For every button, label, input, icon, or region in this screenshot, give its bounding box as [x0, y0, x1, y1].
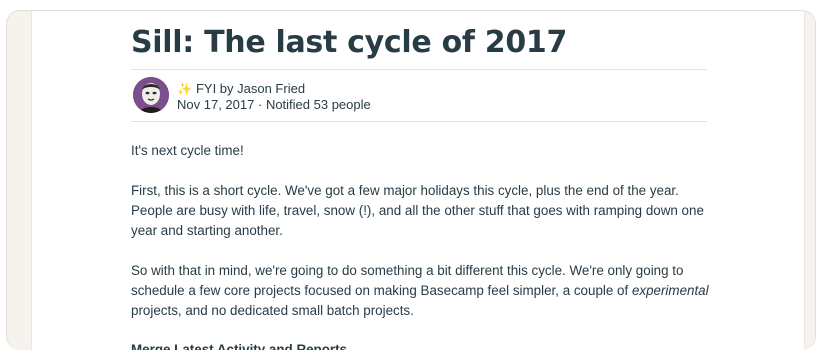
- page-title: Sill: The last cycle of 2017: [131, 25, 568, 60]
- byline-row: ✨ FYI by Jason Fried: [177, 81, 371, 97]
- meta-row: Nov 17, 2017 · Notified 53 people: [177, 97, 371, 113]
- meta-divider: [131, 121, 707, 122]
- emphasis-text: experimental: [631, 283, 709, 298]
- title-divider: [131, 69, 707, 70]
- notified-count[interactable]: Notified 53 people: [266, 97, 371, 112]
- byline[interactable]: FYI by Jason Fried: [196, 81, 305, 96]
- meta-separator: ·: [257, 97, 263, 112]
- body-paragraph: First, this is a short cycle. We've got …: [131, 183, 704, 238]
- post-meta: ✨ FYI by Jason Fried Nov 17, 2017 · Notif…: [177, 81, 371, 113]
- sparkle-icon: ✨: [177, 82, 192, 96]
- post-date: Nov 17, 2017: [177, 97, 255, 112]
- post-card: Sill: The last cycle of 2017 ✨ FYI by Jas…: [6, 10, 816, 350]
- message-body: It's next cycle time! First, this is a s…: [131, 141, 711, 341]
- body-paragraph: So with that in mind, we're going to do …: [131, 261, 711, 321]
- document-sheet: Sill: The last cycle of 2017 ✨ FYI by Jas…: [31, 11, 805, 350]
- body-text: projects, and no dedicated small batch p…: [131, 303, 414, 318]
- body-text: So with that in mind, we're going to do …: [131, 263, 684, 298]
- body-paragraph: It's next cycle time!: [131, 143, 244, 158]
- avatar[interactable]: [133, 77, 169, 113]
- author-avatar-image: [133, 77, 169, 113]
